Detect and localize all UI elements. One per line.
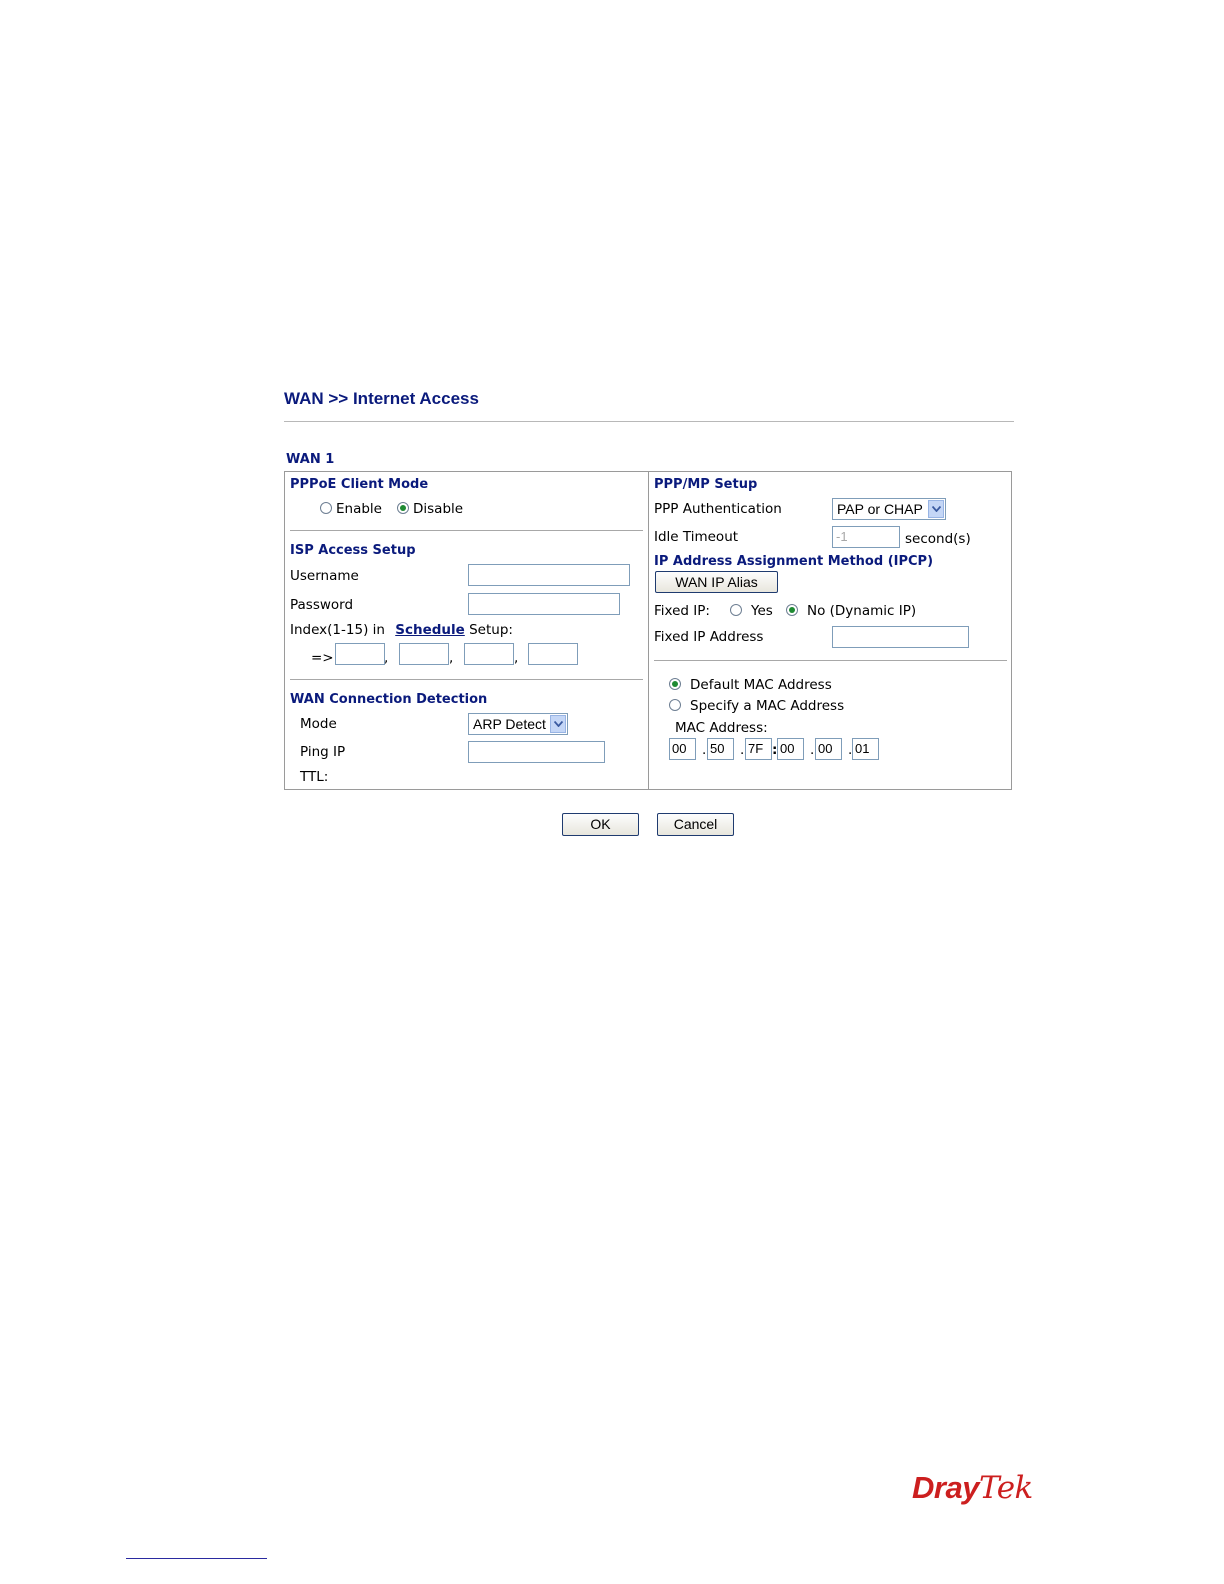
schedule-index-suffix: Setup: [469,622,513,638]
specify-mac-label[interactable]: Specify a MAC Address [690,698,844,714]
idle-timeout-label: Idle Timeout [654,529,739,545]
section-divider [290,530,643,531]
schedule-index-4-input[interactable] [528,643,578,665]
fixed-ip-address-input[interactable] [832,626,969,648]
panel-column-divider [648,471,649,790]
section-divider [654,660,1007,661]
fixed-ip-yes-radio[interactable] [730,604,742,616]
schedule-index-prefix: Index(1-15) in [290,622,385,638]
schedule-arrow: => [311,650,334,666]
password-input[interactable] [468,593,620,615]
ppp-section-title: PPP/MP Setup [654,477,758,492]
ppp-auth-select[interactable]: PAP or CHAP [832,498,946,520]
ipcp-section-title: IP Address Assignment Method (IPCP) [654,554,934,569]
wan-ip-alias-button[interactable]: WAN IP Alias [655,571,778,593]
pppoe-disable-label[interactable]: Disable [413,501,463,517]
username-label: Username [290,568,359,584]
ok-button[interactable]: OK [562,813,639,836]
schedule-index-1-input[interactable] [335,643,385,665]
username-input[interactable] [468,564,630,586]
password-label: Password [290,597,354,613]
chevron-down-icon[interactable] [550,715,566,733]
mode-label: Mode [300,716,337,732]
ping-ip-label: Ping IP [300,744,346,760]
pppoe-enable-label[interactable]: Enable [336,501,382,517]
wan-label: WAN 1 [286,452,335,467]
mac-separator: . [740,742,745,758]
chevron-down-icon[interactable] [928,500,944,518]
fixed-ip-label: Fixed IP: [654,603,710,619]
mac-address-label: MAC Address: [675,720,768,736]
ppp-auth-select-value: PAP or CHAP [837,501,923,517]
schedule-index-label: Index(1-15) in Schedule Setup: [290,622,513,638]
idle-timeout-input[interactable]: -1 [832,526,900,548]
mac-octet-3-input[interactable]: 7F [745,738,772,760]
detection-section-title: WAN Connection Detection [290,692,488,707]
fixed-ip-no-label[interactable]: No (Dynamic IP) [807,603,916,619]
mac-octet-4-input[interactable]: 00 [777,738,804,760]
mode-select[interactable]: ARP Detect [468,713,568,735]
default-mac-label[interactable]: Default MAC Address [690,677,832,693]
ttl-label: TTL: [300,769,329,785]
mac-separator: . [810,742,815,758]
pppoe-section-title: PPPoE Client Mode [290,477,429,492]
mac-octet-6-input[interactable]: 01 [852,738,879,760]
mac-octet-5-input[interactable]: 00 [815,738,842,760]
fixed-ip-address-label: Fixed IP Address [654,629,764,645]
ping-ip-input[interactable] [468,741,605,763]
fixed-ip-no-radio[interactable] [786,604,798,616]
schedule-index-3-input[interactable] [464,643,514,665]
schedule-comma: , [514,650,519,666]
mac-octet-1-input[interactable]: 00 [669,738,696,760]
fixed-ip-yes-label[interactable]: Yes [751,603,773,619]
title-divider [284,421,1014,422]
draytek-logo: DrayTek [912,1470,1033,1506]
default-mac-radio[interactable] [669,678,681,690]
footer-divider [126,1558,267,1559]
specify-mac-radio[interactable] [669,699,681,711]
logo-part-2: Tek [978,1470,1033,1506]
schedule-comma: , [384,650,389,666]
idle-timeout-unit: second(s) [905,531,971,547]
pppoe-disable-radio[interactable] [397,502,409,514]
isp-section-title: ISP Access Setup [290,543,416,558]
schedule-comma: , [449,650,454,666]
ppp-auth-label: PPP Authentication [654,501,782,517]
page-title: WAN >> Internet Access [284,389,479,408]
mode-select-value: ARP Detect [473,716,546,732]
cancel-button[interactable]: Cancel [657,813,734,836]
schedule-index-2-input[interactable] [399,643,449,665]
schedule-link[interactable]: Schedule [395,622,465,638]
mac-octet-2-input[interactable]: 50 [707,738,734,760]
section-divider [290,679,643,680]
mac-separator: . [702,742,707,758]
pppoe-enable-radio[interactable] [320,502,332,514]
logo-part-1: Dray [912,1470,979,1505]
